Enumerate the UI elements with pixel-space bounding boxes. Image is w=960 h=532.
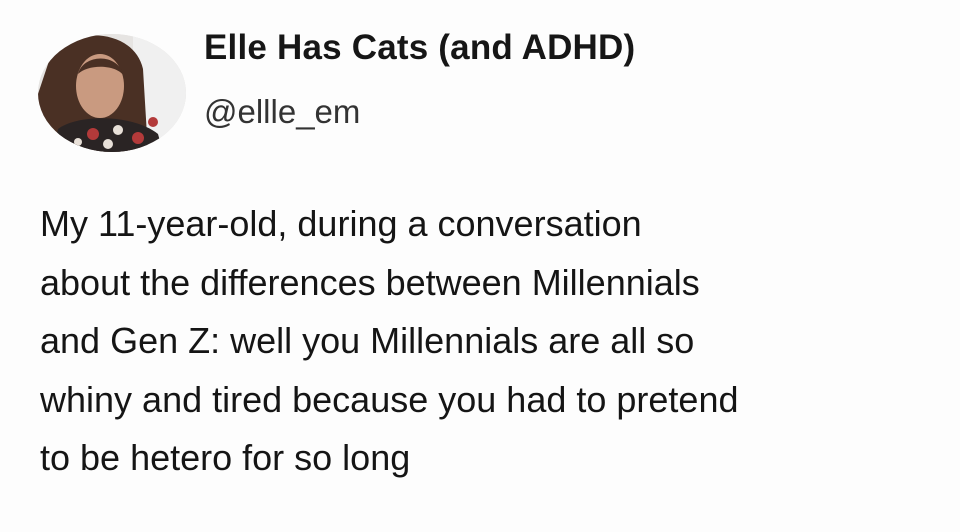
user-handle[interactable]: @ellle_em [204,93,360,131]
tweet-text-line: My 11-year-old, during a conversation [40,203,642,244]
avatar[interactable] [38,34,186,152]
tweet-text-line: about the differences between Millennial… [40,261,700,303]
tweet-text-line: and Gen Z: well you Millennials are all … [40,320,695,361]
tweet-text-line: to be hetero for so long [40,437,411,478]
tweet-card: Elle Has Cats (and ADHD) @ellle_em My 11… [0,0,960,532]
avatar-photo [38,34,186,152]
display-name[interactable]: Elle Has Cats (and ADHD) [204,28,635,68]
tweet-text: My 11-year-old, during a conversation ab… [40,195,940,488]
tweet-text-line: whiny and tired because you had to prete… [40,378,739,420]
